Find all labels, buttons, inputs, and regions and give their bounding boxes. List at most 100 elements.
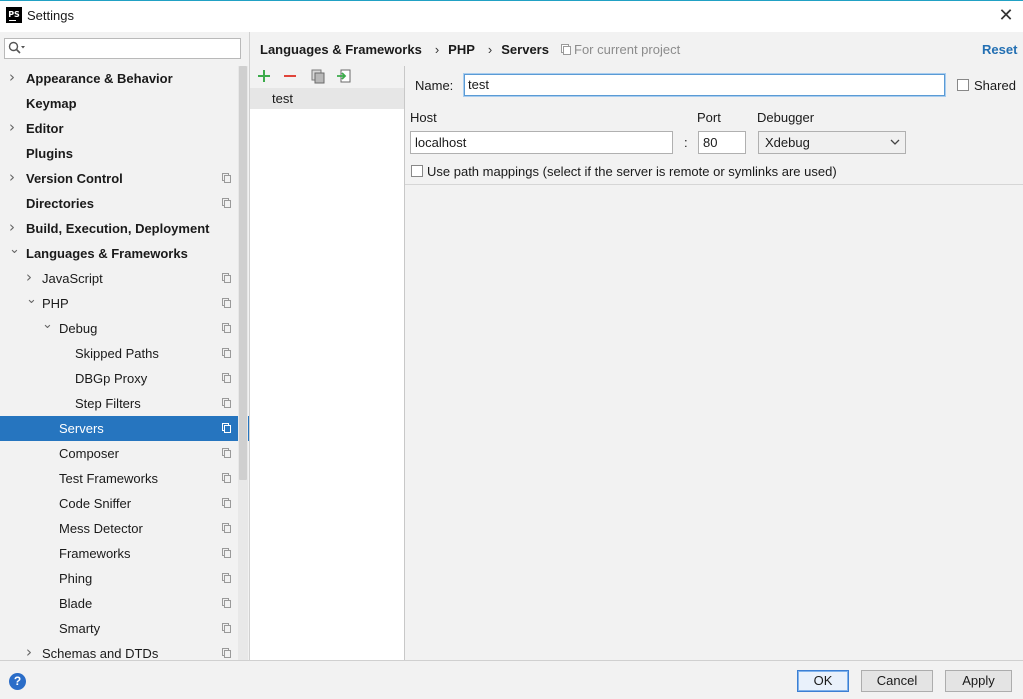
sidebar-item[interactable]: › Build, Execution, Deployment	[0, 216, 238, 241]
project-scope-icon	[222, 648, 231, 658]
sidebar-item[interactable]: Mess Detector	[0, 516, 238, 541]
chevron-right-icon[interactable]: ›	[9, 65, 15, 90]
server-list	[250, 66, 404, 660]
sidebar-item[interactable]: ⌄ PHP	[0, 291, 238, 316]
sidebar-item[interactable]: Plugins	[0, 141, 238, 166]
sidebar-item-label: Composer	[59, 446, 119, 461]
sidebar-item-label: Debug	[59, 321, 98, 336]
debugger-select[interactable]: Xdebug	[758, 131, 906, 154]
sidebar-scrollbar-thumb[interactable]	[239, 66, 247, 480]
sidebar-item[interactable]: Phing	[0, 566, 238, 591]
sidebar-item-label: Frameworks	[59, 546, 131, 561]
sidebar-item[interactable]: › Editor	[0, 116, 238, 141]
server-item-label: test	[272, 91, 293, 106]
sidebar-item-label: Code Sniffer	[59, 496, 132, 511]
for-current-project-label: For current project	[574, 42, 681, 57]
sidebar-item-label: Servers	[59, 421, 104, 436]
project-scope-icon	[222, 398, 231, 408]
sidebar-item-label: Editor	[26, 121, 64, 136]
sidebar-item-label: Appearance & Behavior	[26, 71, 173, 86]
debugger-selected-value: Xdebug	[765, 135, 810, 150]
project-scope-icon	[222, 573, 231, 583]
sidebar-item[interactable]: › Version Control	[0, 166, 238, 191]
import-icon[interactable]	[336, 68, 352, 84]
form-divider	[405, 184, 1023, 185]
search-input[interactable]	[4, 38, 241, 59]
project-scope-icon	[222, 448, 231, 458]
sidebar-item[interactable]: Smarty	[0, 616, 238, 641]
sidebar-item[interactable]: Composer	[0, 441, 238, 466]
sidebar-item[interactable]: Keymap	[0, 91, 238, 116]
chevron-down-icon[interactable]: ⌄	[42, 312, 53, 337]
server-list-item[interactable]: test	[250, 88, 404, 109]
remove-icon[interactable]	[282, 68, 298, 84]
sidebar-item[interactable]: Test Frameworks	[0, 466, 238, 491]
project-scope-icon	[222, 473, 231, 483]
port-input[interactable]: 80	[698, 131, 746, 154]
sidebar-item[interactable]: › Appearance & Behavior	[0, 66, 238, 91]
project-scope-icon	[222, 323, 231, 333]
title-bar	[0, 0, 1023, 32]
sidebar-item-label: Mess Detector	[59, 521, 143, 536]
breadcrumb-separator: ›	[434, 42, 440, 57]
project-scope-icon	[222, 373, 231, 383]
sidebar-item[interactable]: ⌄ Languages & Frameworks	[0, 241, 238, 266]
chevron-down-icon[interactable]: ⌄	[9, 237, 20, 262]
phpstorm-logo-icon: PS	[6, 7, 22, 23]
sidebar-item-label: Plugins	[26, 146, 73, 161]
sidebar-item[interactable]: Step Filters	[0, 391, 238, 416]
sidebar-item-label: Test Frameworks	[59, 471, 158, 486]
sidebar-item[interactable]: Frameworks	[0, 541, 238, 566]
window-title: Settings	[27, 8, 74, 23]
cancel-button[interactable]: Cancel	[861, 670, 933, 692]
sidebar-item-label: Step Filters	[75, 396, 141, 411]
chevron-right-icon[interactable]: ›	[9, 115, 15, 140]
breadcrumb-item: PHP	[448, 42, 475, 57]
sidebar-item[interactable]: Directories	[0, 191, 238, 216]
project-scope-icon	[222, 173, 231, 183]
project-scope-icon	[222, 423, 231, 433]
server-form	[405, 66, 1023, 660]
sidebar-item-label: Smarty	[59, 621, 101, 636]
port-label: Port	[697, 110, 721, 125]
sidebar-item-label: Directories	[26, 196, 94, 211]
ok-button[interactable]: OK	[797, 670, 849, 692]
host-input[interactable]: localhost	[410, 131, 673, 154]
project-scope-icon	[222, 523, 231, 533]
project-scope-icon	[222, 273, 231, 283]
sidebar-item[interactable]: Blade	[0, 591, 238, 616]
add-icon[interactable]	[256, 68, 272, 84]
chevron-down-icon[interactable]: ⌄	[26, 287, 37, 312]
apply-button[interactable]: Apply	[945, 670, 1012, 692]
sidebar-item[interactable]: ⌄ Debug	[0, 316, 238, 341]
sidebar-item[interactable]: DBGp Proxy	[0, 366, 238, 391]
chevron-down-icon[interactable]	[890, 135, 900, 145]
close-icon[interactable]: ✕	[995, 5, 1017, 27]
path-mappings-checkbox[interactable]	[411, 165, 423, 177]
chevron-right-icon[interactable]: ›	[9, 165, 15, 190]
project-scope-icon	[222, 623, 231, 633]
server-list-toolbar	[250, 66, 404, 88]
shared-checkbox[interactable]	[957, 79, 969, 91]
project-scope-icon	[222, 348, 231, 358]
sidebar-item[interactable]: Skipped Paths	[0, 341, 238, 366]
name-input[interactable]: test	[464, 74, 945, 96]
project-scope-icon	[561, 43, 571, 58]
host-label: Host	[410, 110, 437, 125]
sidebar-item-label: Phing	[59, 571, 93, 586]
debugger-label: Debugger	[757, 110, 815, 125]
shared-label[interactable]: Shared	[974, 78, 1016, 93]
copy-icon[interactable]	[310, 68, 326, 84]
path-mappings-label[interactable]: Use path mappings (select if the server …	[427, 164, 837, 179]
sidebar-item-label: DBGp Proxy	[75, 371, 148, 386]
sidebar-item-label: JavaScript	[42, 271, 103, 286]
help-icon[interactable]: ?	[9, 673, 26, 690]
sidebar-item[interactable]: Servers	[0, 416, 249, 441]
sidebar-item[interactable]: Code Sniffer	[0, 491, 238, 516]
for-current-project-note: For current project	[561, 42, 680, 58]
reset-link[interactable]: Reset	[982, 42, 1017, 57]
breadcrumb: Languages & Frameworks › PHP › Servers	[260, 42, 553, 57]
sidebar-item-label: Build, Execution, Deployment	[26, 221, 210, 236]
search-icon[interactable]	[8, 41, 25, 55]
breadcrumb-item: Languages & Frameworks	[260, 42, 422, 57]
